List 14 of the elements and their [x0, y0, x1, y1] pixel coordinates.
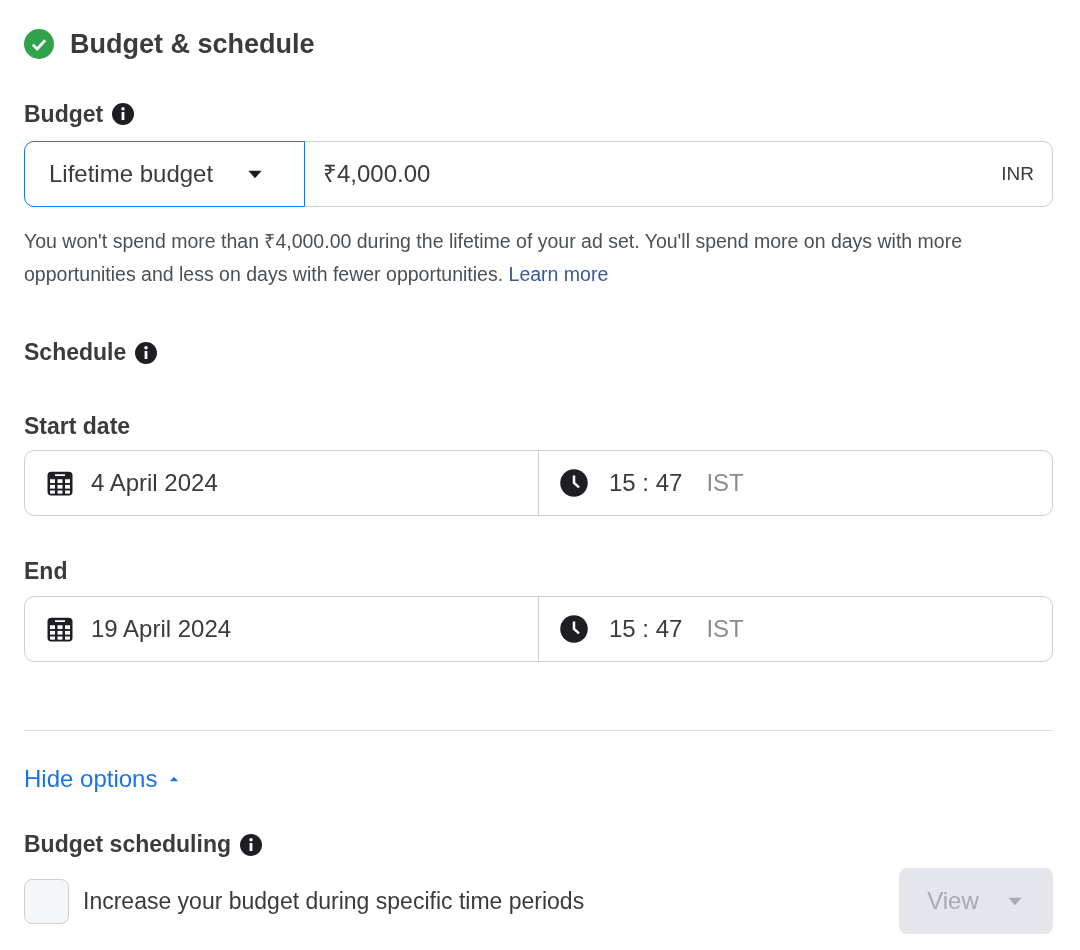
checkbox-label: Increase your budget during specific time periods — [83, 887, 586, 917]
field-label: Start date — [24, 412, 132, 441]
learn-more-link[interactable]: Learn more — [508, 263, 609, 286]
help-text: You won't spend more than ₹4,000.00 during the lifetime of your ad set. You'll spend more on days with more opportunities and less on days with fewer opportunities. Learn more — [24, 229, 964, 288]
section-title: Budget & schedule — [70, 28, 315, 61]
info-icon — [239, 832, 263, 857]
field-label: Budget — [24, 100, 104, 129]
section-label: Schedule — [24, 339, 127, 367]
checkbox[interactable] — [24, 878, 69, 924]
field-label: End — [24, 558, 69, 586]
section-label: Budget scheduling — [24, 830, 231, 859]
hide-options-link[interactable]: Hide options — [24, 760, 182, 797]
info-icon — [111, 102, 136, 127]
info-icon — [134, 340, 159, 365]
